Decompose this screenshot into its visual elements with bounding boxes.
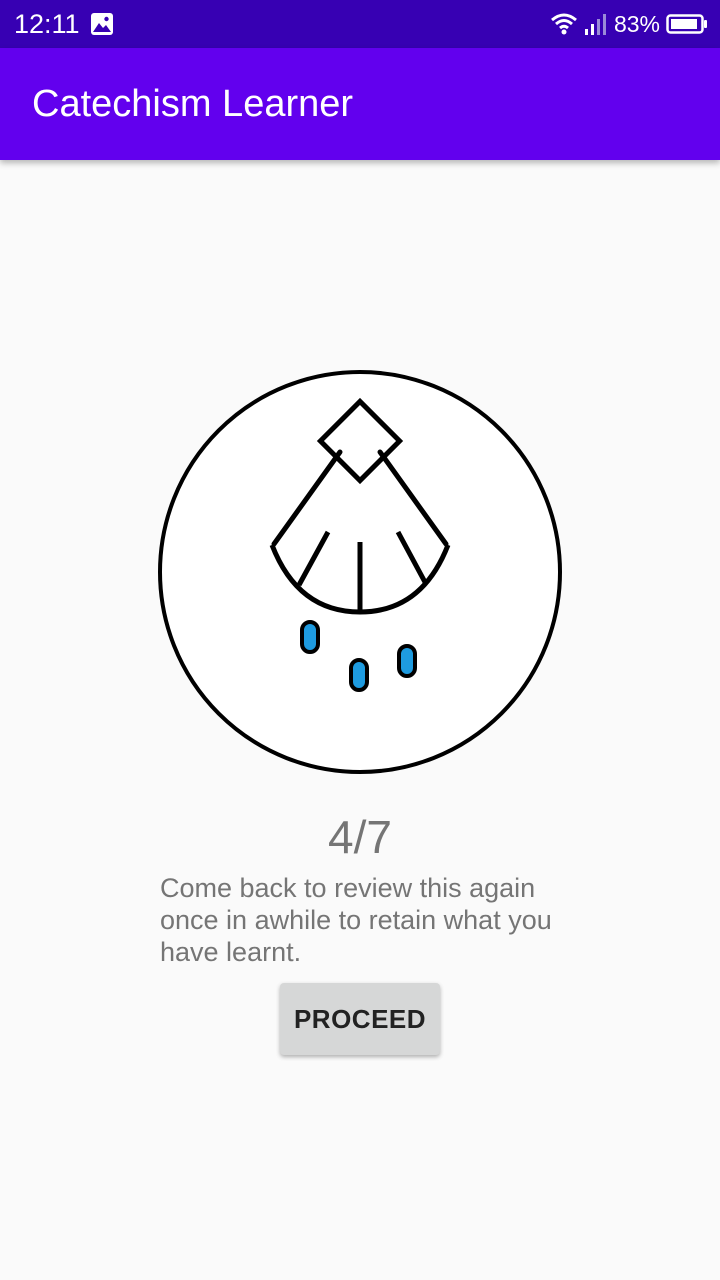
sprinkler-holy-water-icon — [158, 370, 562, 774]
lesson-progress: 4/7 — [328, 811, 392, 863]
battery-percent: 83% — [613, 11, 660, 37]
status-time: 12:11 — [14, 9, 80, 39]
app-bar: Catechism Learner — [0, 48, 720, 160]
status-bar: 12:11 83% — [0, 0, 720, 48]
battery-icon — [666, 14, 707, 34]
gallery-icon — [91, 13, 113, 35]
review-message: Come back to review this again once in a… — [160, 873, 552, 967]
app-title: Catechism Learner — [32, 83, 354, 125]
signal-icon — [584, 14, 606, 35]
status-right: 83% — [550, 8, 708, 40]
proceed-button[interactable]: PROCEED — [280, 983, 440, 1055]
wifi-icon — [550, 13, 577, 35]
